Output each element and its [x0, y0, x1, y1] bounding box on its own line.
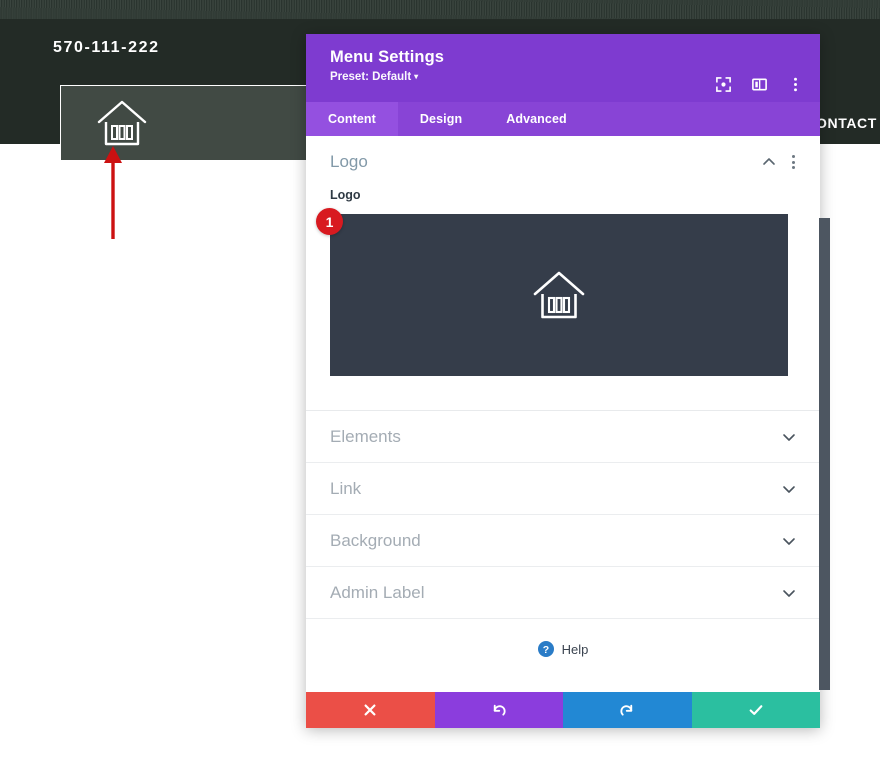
help-question-icon: ? — [537, 641, 554, 657]
logo-field: Logo 1 — [306, 188, 820, 376]
house-bank-icon — [95, 97, 149, 149]
step-badge-1: 1 — [316, 208, 343, 235]
tab-advanced[interactable]: Advanced — [484, 102, 589, 136]
help-link[interactable]: ? Help — [306, 619, 820, 679]
section-admin-label[interactable]: Admin Label — [306, 567, 820, 619]
logo-field-label: Logo — [330, 188, 361, 202]
modal-header-icons — [714, 75, 804, 93]
site-texture-strip — [0, 0, 880, 19]
menu-settings-modal: Menu Settings Preset: Default ▾ Content … — [306, 34, 830, 728]
section-background[interactable]: Background — [306, 515, 820, 567]
redo-arrow-icon — [619, 702, 635, 718]
help-label: Help — [561, 641, 589, 657]
save-button[interactable] — [691, 692, 820, 728]
logo-image-preview[interactable] — [330, 214, 788, 376]
checkmark-icon — [748, 702, 764, 718]
chevron-down-icon: ▾ — [414, 72, 419, 81]
section-link-label: Link — [330, 478, 362, 498]
tab-design[interactable]: Design — [398, 102, 484, 136]
section-logo-title: Logo — [330, 152, 368, 171]
site-phone-number: 570-111-222 — [53, 39, 160, 56]
modal-body: Logo Logo 1 Elements Link Background Adm… — [306, 136, 820, 692]
more-options-icon[interactable] — [792, 154, 796, 170]
section-logo-controls — [762, 154, 796, 170]
section-link[interactable]: Link — [306, 463, 820, 515]
undo-arrow-icon — [491, 702, 507, 718]
modal-scrollbar[interactable] — [819, 218, 830, 690]
split-view-icon[interactable] — [750, 75, 768, 93]
modal-tabs: Content Design Advanced — [306, 102, 820, 136]
logo-image-upload[interactable]: 1 — [316, 208, 796, 376]
section-logo-header[interactable]: Logo — [306, 136, 820, 188]
cancel-button[interactable] — [306, 692, 435, 728]
svg-text:?: ? — [542, 644, 548, 656]
section-elements-label: Elements — [330, 426, 401, 446]
preset-label: Preset: Default — [330, 71, 412, 84]
focus-target-icon[interactable] — [714, 75, 732, 93]
section-admin-label-label: Admin Label — [330, 582, 425, 602]
modal-header: Menu Settings Preset: Default ▾ — [306, 34, 820, 102]
more-options-icon[interactable] — [786, 75, 804, 93]
site-nav-contact[interactable]: ONTACT — [816, 115, 877, 131]
chevron-down-icon[interactable] — [782, 482, 796, 496]
modal-title: Menu Settings — [330, 48, 445, 66]
section-elements[interactable]: Elements — [306, 411, 820, 463]
chevron-down-icon[interactable] — [782, 534, 796, 548]
chevron-up-icon[interactable] — [762, 155, 776, 169]
section-logo: Logo Logo 1 — [306, 136, 820, 411]
modal-footer — [306, 692, 820, 728]
tab-content[interactable]: Content — [306, 102, 398, 136]
house-bank-icon — [531, 268, 587, 322]
chevron-down-icon[interactable] — [782, 430, 796, 444]
undo-button[interactable] — [434, 692, 563, 728]
chevron-down-icon[interactable] — [782, 586, 796, 600]
section-background-label: Background — [330, 530, 421, 550]
close-x-icon — [363, 703, 377, 717]
redo-button[interactable] — [563, 692, 692, 728]
